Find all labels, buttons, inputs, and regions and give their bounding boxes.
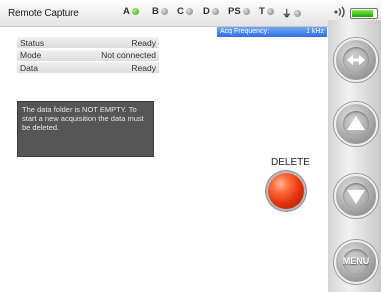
swap-arrows-icon [347, 55, 365, 65]
message-box: The data folder is NOT EMPTY. To start a… [17, 101, 154, 157]
channel-t-indicator[interactable]: T [259, 6, 274, 17]
status-dot-icon [242, 8, 250, 15]
status-dot-icon [131, 8, 139, 15]
status-dot-icon [211, 8, 219, 15]
status-dot-icon [266, 8, 274, 15]
status-dot-icon [185, 8, 193, 15]
channel-label: ⏚ [282, 9, 292, 20]
channel-label: A [123, 6, 130, 17]
channel-label: PS [228, 6, 241, 17]
channel-d-indicator[interactable]: D [203, 6, 219, 17]
status-dot-icon [293, 9, 301, 17]
wifi-icon [333, 6, 347, 21]
channel-c-indicator[interactable]: C [177, 6, 193, 17]
status-table: Status Ready Mode Not connected Data Rea… [17, 37, 159, 75]
status-row: Status Ready [17, 37, 159, 48]
channel-ps-indicator[interactable]: PS [228, 6, 250, 17]
up-button[interactable] [334, 102, 378, 146]
frequency-label: Acq Frequency: [220, 28, 270, 35]
data-row: Data Ready [17, 62, 159, 73]
channel-label: T [259, 6, 265, 17]
delete-label: DELETE [271, 157, 310, 168]
frequency-indicator: Acq Frequency: 1 kHz [217, 27, 327, 37]
channel-label: B [152, 6, 159, 17]
exchange-button[interactable] [334, 38, 378, 82]
delete-button[interactable] [268, 173, 304, 209]
screen: Remote Capture A B C D PS T ⏚ Status Rea… [0, 0, 381, 292]
mode-row-label: Mode [20, 50, 42, 60]
battery-level-fill [352, 10, 373, 17]
arrow-down-icon [347, 190, 365, 204]
battery-icon [350, 8, 378, 19]
status-row-label: Status [20, 37, 45, 48]
status-dot-icon [160, 8, 168, 15]
mode-row-value: Not connected [101, 50, 156, 60]
top-bar: Remote Capture A B C D PS T ⏚ [0, 0, 381, 27]
data-row-label: Data [20, 62, 38, 73]
message-text: The data folder is NOT EMPTY. To start a… [22, 105, 144, 132]
down-button[interactable] [334, 174, 378, 218]
arrow-up-icon [347, 116, 365, 130]
app-title: Remote Capture [8, 8, 79, 19]
data-row-value: Ready [131, 62, 156, 73]
channel-a-indicator[interactable]: A [123, 6, 139, 17]
channel-label: D [203, 6, 210, 17]
menu-button[interactable]: MENU [334, 240, 378, 284]
mode-row: Mode Not connected [17, 49, 159, 61]
frequency-value: 1 kHz [306, 28, 324, 35]
channel-ground-indicator[interactable]: ⏚ [282, 6, 301, 20]
status-row-value: Ready [131, 37, 156, 48]
menu-label: MENU [342, 256, 370, 266]
channel-label: C [177, 6, 184, 17]
channel-b-indicator[interactable]: B [152, 6, 168, 17]
